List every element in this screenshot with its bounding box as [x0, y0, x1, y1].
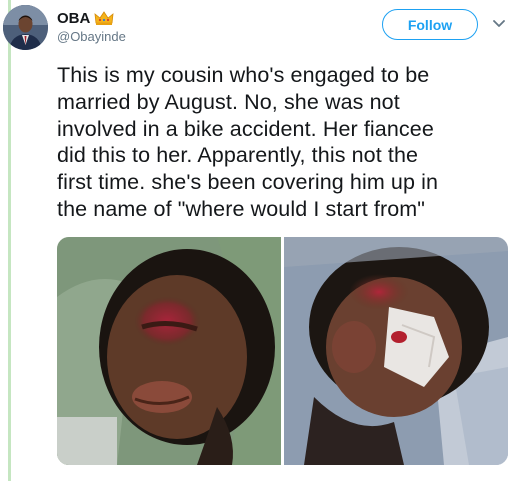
follow-button[interactable]: Follow — [382, 9, 478, 40]
user-handle[interactable]: @Obayinde — [57, 29, 126, 44]
tweet-line: This is my cousin who's engaged to be — [57, 63, 430, 87]
tweet-line: involved in a bike accident. Her fiancee — [57, 116, 434, 141]
tweet-line: did this to her. Apparently, this not th… — [57, 143, 419, 168]
crown-icon — [94, 10, 114, 26]
photo-right[interactable] — [284, 237, 508, 465]
photo-left[interactable] — [57, 237, 281, 465]
tweet-line: first time. she's been covering him up i… — [57, 170, 439, 195]
tweet-text: This is my cousin who's engaged to be ma… — [57, 62, 515, 223]
name-row: OBA — [57, 7, 114, 29]
media-grid — [57, 237, 508, 465]
thread-line — [8, 0, 11, 481]
avatar[interactable] — [3, 5, 48, 50]
display-name[interactable]: OBA — [57, 10, 90, 27]
chevron-down-icon[interactable] — [490, 15, 508, 33]
tweet-line: the name of "where would I start from" — [57, 196, 425, 221]
tweet-line: married by August. No, she was not — [57, 89, 400, 114]
